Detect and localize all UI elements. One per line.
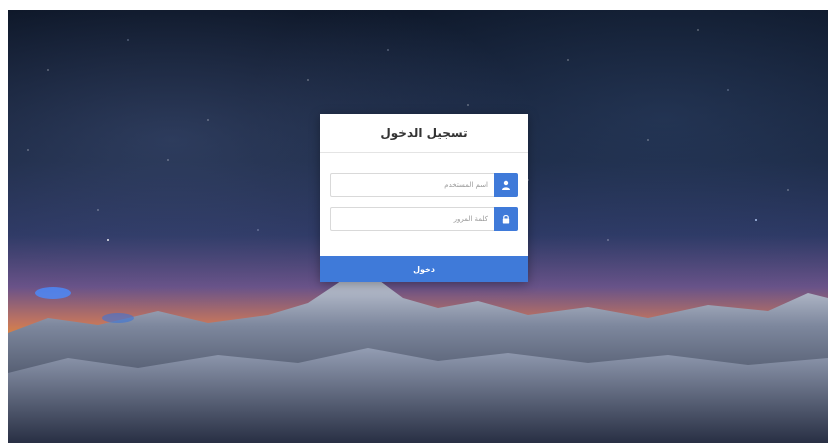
login-title: تسجيل الدخول <box>380 126 468 140</box>
lock-icon <box>494 207 518 231</box>
password-input-group <box>330 207 518 231</box>
background-viewport: تسجيل الدخول اسم المستخدم دخول <box>8 10 828 443</box>
password-input[interactable] <box>330 207 494 231</box>
mountain-landscape-background <box>8 263 828 443</box>
username-input-group <box>330 173 518 197</box>
login-form <box>320 153 528 231</box>
login-button[interactable]: دخول <box>320 256 528 282</box>
login-panel: تسجيل الدخول اسم المستخدم دخول <box>320 114 528 282</box>
username-input[interactable] <box>330 173 494 197</box>
user-icon <box>494 173 518 197</box>
login-header: تسجيل الدخول <box>320 114 528 153</box>
